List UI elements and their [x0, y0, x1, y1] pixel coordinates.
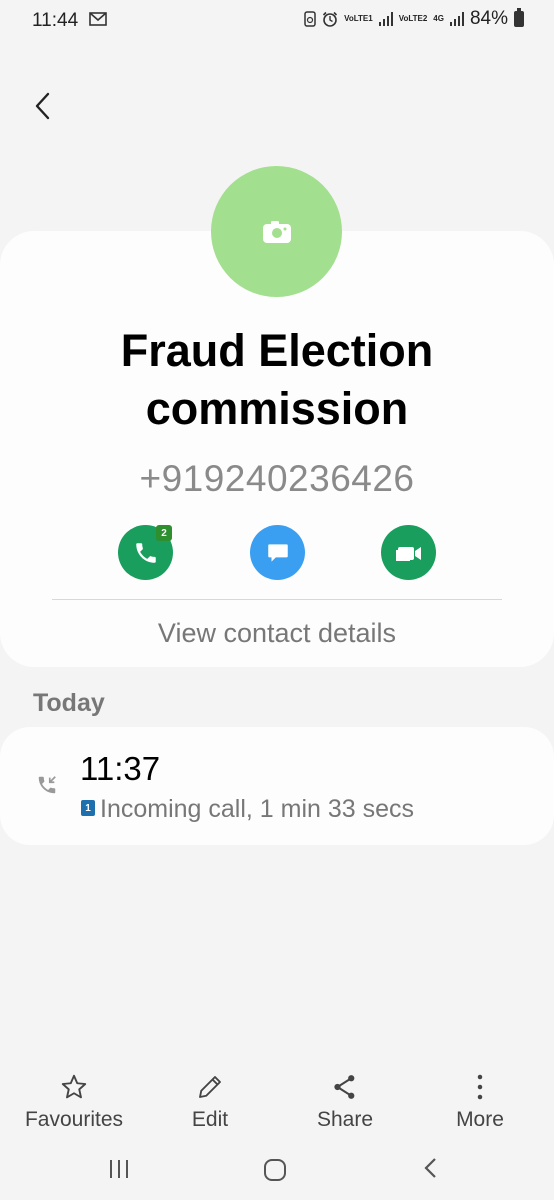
sim2-label: VoLTE2 — [398, 14, 428, 23]
signal-icon — [378, 12, 393, 26]
contact-name: Fraud Election commission — [120, 325, 434, 434]
call-detail: Incoming call, 1 min 33 secs — [100, 795, 415, 823]
battery-percent: 84% — [469, 8, 508, 29]
more-label: More — [456, 1108, 504, 1131]
status-bar: 11:44 VoLTE1 VoLTE2 4G 84% — [0, 0, 554, 42]
favourites-label: Favourites — [24, 1108, 124, 1131]
pencil-icon — [199, 1076, 221, 1098]
incoming-call-icon — [38, 776, 56, 794]
share-icon — [334, 1075, 355, 1099]
share-button[interactable]: Share — [290, 1070, 400, 1132]
signal-icon-2 — [449, 12, 464, 26]
network-label: 4G — [433, 14, 444, 23]
alarm-icon — [323, 11, 338, 27]
more-button[interactable]: More — [425, 1070, 535, 1132]
call-time: 11:37 — [80, 750, 161, 787]
chat-icon — [267, 543, 288, 562]
bottom-toolbar: Favourites Edit Share More — [0, 1070, 554, 1140]
system-navigation-bar — [0, 1145, 554, 1200]
avatar[interactable] — [211, 166, 342, 297]
video-call-button[interactable] — [381, 525, 436, 580]
sim-badge: 1 — [81, 800, 95, 816]
battery-icon — [514, 8, 524, 27]
view-contact-details-link[interactable]: View contact details — [0, 618, 554, 649]
edit-label: Edit — [191, 1108, 229, 1131]
status-time: 11:44 — [32, 10, 79, 31]
divider — [52, 599, 502, 600]
camera-icon — [262, 220, 291, 243]
recents-button[interactable] — [108, 1158, 130, 1180]
message-icon — [89, 12, 107, 26]
edit-button[interactable]: Edit — [155, 1070, 265, 1132]
phone-icon — [135, 542, 156, 563]
star-icon — [61, 1074, 87, 1099]
contact-number: +919240236426 — [139, 458, 415, 499]
share-label: Share — [316, 1108, 374, 1131]
sync-icon — [304, 11, 316, 27]
sim1-label: VoLTE1 — [344, 14, 373, 23]
favourites-button[interactable]: Favourites — [19, 1070, 129, 1132]
video-icon — [395, 546, 421, 561]
call-count-badge: 2 — [156, 525, 172, 541]
home-button[interactable] — [263, 1158, 287, 1182]
more-vertical-icon — [477, 1074, 483, 1100]
nav-back-button[interactable] — [420, 1156, 442, 1180]
status-icons: VoLTE1 VoLTE2 4G 84% — [304, 8, 524, 30]
message-button[interactable] — [250, 525, 305, 580]
section-header-today: Today — [33, 689, 105, 717]
back-button[interactable] — [28, 90, 60, 122]
